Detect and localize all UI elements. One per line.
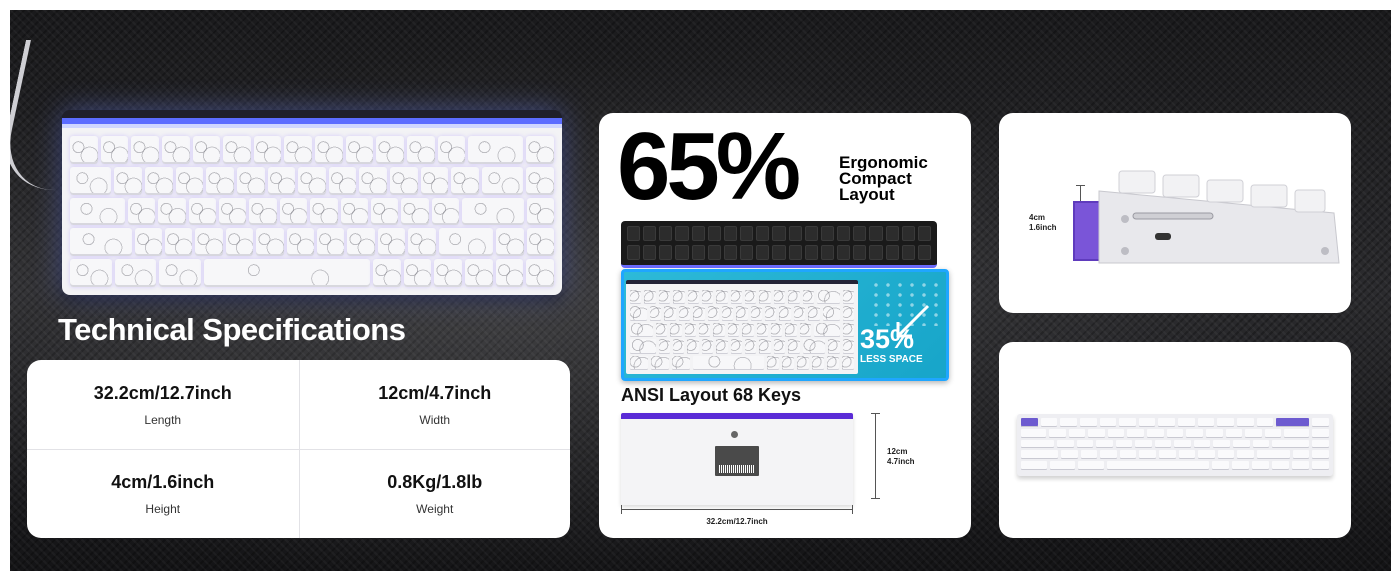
percent-headline: 65%	[617, 113, 801, 220]
top-view-panel	[999, 342, 1351, 538]
spec-value: 32.2cm/12.7inch	[93, 382, 232, 403]
barcode	[719, 465, 755, 473]
spec-label: Width	[419, 412, 451, 427]
spec-label: Length	[144, 412, 182, 427]
technical-specifications-title: Technical Specifications	[58, 312, 406, 347]
spec-value: 0.8Kg/1.8lb	[387, 472, 483, 492]
brand-logo-icon	[731, 431, 738, 438]
spec-value: 4cm/1.6inch	[111, 472, 215, 492]
spec-length: 32.2cm/12.7inch Length	[27, 360, 299, 449]
spec-weight: 0.8Kg/1.8lb Weight	[298, 449, 570, 538]
full-size-keyboard-image	[621, 221, 937, 268]
keyboard-side-profile-image	[1073, 170, 1340, 264]
keyboard-bottom-view-image	[621, 413, 853, 505]
dimension-metric: 4cm	[1029, 213, 1046, 222]
side-height-dimension-text: 4cm 1.6inch	[1029, 213, 1057, 233]
specifications-card: 32.2cm/12.7inch Length 12cm/4.7inch Widt…	[27, 360, 570, 538]
layout-tagline: Ergonomic Compact Layout	[839, 154, 959, 204]
height-dimension-line	[871, 413, 880, 499]
keyboard-top-view-image	[1017, 414, 1333, 476]
spec-label: Weight	[416, 502, 454, 516]
compact-keyboard-image	[626, 280, 858, 374]
tagline-line: Layout	[839, 185, 895, 204]
side-profile-panel: 4cm 1.6inch	[999, 113, 1351, 313]
spec-value: 12cm/4.7inch	[378, 382, 492, 403]
dimension-metric: 12cm	[887, 447, 908, 456]
spec-label: Height	[145, 502, 181, 516]
length-dimension-line	[621, 505, 853, 514]
spec-width: 12cm/4.7inch Width	[298, 360, 571, 449]
space-saving-label: LESS SPACE	[860, 354, 923, 365]
hero-keyboard-image	[62, 110, 562, 295]
spec-height: 4cm/1.6inch Height	[27, 449, 299, 538]
height-dimension-text: 12cm 4.7inch	[887, 447, 915, 467]
space-saving-overlay: 35% LESS SPACE	[621, 269, 949, 381]
dimension-imperial: 1.6inch	[1029, 223, 1057, 232]
dimension-imperial: 4.7inch	[887, 457, 915, 466]
usb-c-port-icon	[1155, 233, 1171, 240]
space-saving-percent: 35%	[860, 324, 915, 354]
ansi-layout-label: ANSI Layout 68 Keys	[621, 385, 802, 405]
length-dimension-text: 32.2cm/12.7inch	[706, 517, 768, 526]
layout-comparison-panel: 65% Ergonomic Compact Layout 35% LESS SP…	[599, 113, 971, 538]
